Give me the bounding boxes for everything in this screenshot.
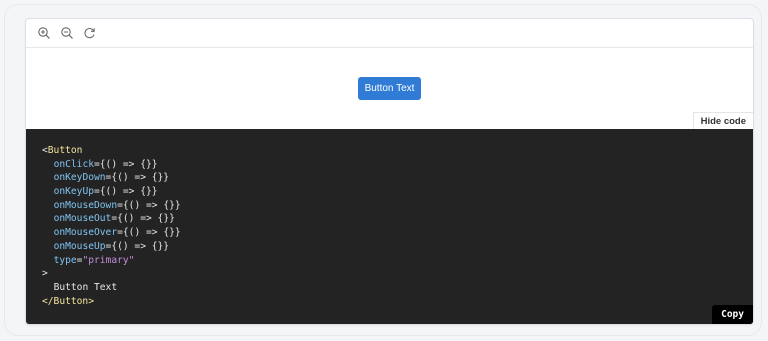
code-prop-name: onMouseOver: [53, 227, 118, 239]
code-block: <Button onClick={() => {}} onKeyDown={()…: [26, 129, 753, 324]
code-line-prop: onKeyUp={() => {}}: [53, 186, 158, 198]
code-children-text: Button Text: [53, 281, 118, 293]
code-prop-name: onMouseOut: [53, 213, 112, 225]
code-prop-value: {() => {}}: [122, 199, 181, 211]
example-frame: Button Text Hide code <Button onClick={(…: [4, 4, 762, 336]
code-line-open-end: >: [42, 268, 48, 280]
component-preview: Button Text: [26, 48, 753, 129]
code-line-prop: onMouseOut={() => {}}: [53, 213, 175, 225]
code-line-prop: onMouseDown={() => {}}: [53, 199, 181, 211]
code-prop-value: {() => {}}: [111, 240, 170, 252]
code-close-tag: </Button>: [42, 295, 94, 307]
code-prop-name: onMouseUp: [53, 240, 106, 252]
code-prop-value: {() => {}}: [117, 213, 175, 225]
code-prop-name: onKeyDown: [53, 172, 106, 184]
code-prop-name: onClick: [53, 158, 94, 170]
zoom-out-icon[interactable]: [58, 25, 75, 42]
code-line-children: Button Text: [42, 281, 753, 295]
code-prop-value: {() => {}}: [99, 158, 158, 170]
preview-toolbar: [26, 19, 753, 48]
code-example-card: Button Text Hide code <Button onClick={(…: [25, 18, 754, 325]
code-prop-name: type: [53, 254, 77, 266]
code-prop-value: {() => {}}: [122, 227, 181, 239]
code-component-name: Button: [47, 145, 83, 156]
code-line-open: <Button: [42, 144, 753, 158]
code-line-prop: onMouseOver={() => {}}: [53, 227, 181, 239]
code-prop-name: onKeyUp: [53, 186, 94, 198]
code-line-close: </Button>: [42, 295, 753, 309]
code-line-prop: onClick={() => {}}: [53, 158, 158, 170]
code-prop-value: {() => {}}: [99, 186, 158, 198]
code-line-prop: onKeyDown={() => {}}: [53, 172, 170, 184]
copy-button[interactable]: Copy: [712, 305, 753, 324]
code-prop-name: onMouseDown: [53, 199, 118, 211]
reset-zoom-icon[interactable]: [81, 25, 98, 42]
preview-button[interactable]: Button Text: [357, 77, 422, 100]
code-prop-value: "primary": [82, 254, 135, 266]
zoom-in-icon[interactable]: [35, 25, 52, 42]
code-prop-value: {() => {}}: [111, 172, 170, 184]
code-line-prop: type="primary": [53, 254, 135, 266]
code-line-prop: onMouseUp={() => {}}: [53, 240, 170, 252]
hide-code-button[interactable]: Hide code: [692, 112, 753, 130]
